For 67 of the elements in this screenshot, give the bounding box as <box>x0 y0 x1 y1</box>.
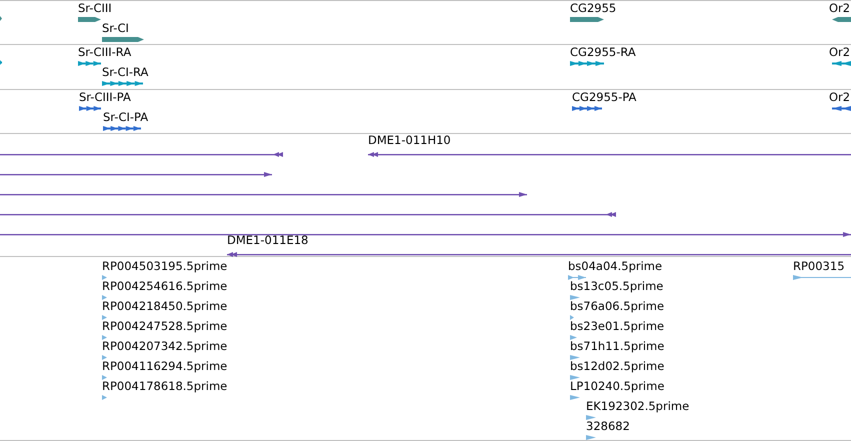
transcript-arrow[interactable] <box>572 106 602 111</box>
feature-label: EK192302.5prime <box>586 400 690 413</box>
feature-label: 328682 <box>586 420 630 433</box>
clone-line[interactable] <box>0 212 616 217</box>
feature-label: CG2955 <box>570 2 616 15</box>
transcript-arrow[interactable] <box>79 106 101 111</box>
est-arrow[interactable] <box>102 275 107 280</box>
feature-label: DME1-011E18 <box>227 234 308 247</box>
est-arrow[interactable] <box>586 435 596 440</box>
gene-arrow[interactable] <box>832 17 851 22</box>
est-arrow[interactable] <box>586 415 596 420</box>
feature-label: bs04a04.5prime <box>568 260 662 273</box>
est-arrow[interactable] <box>102 335 107 340</box>
feature-label: Sr-CIII-PA <box>79 91 131 104</box>
feature-label: Sr-CI-PA <box>103 111 148 124</box>
feature-label: LP10240.5prime <box>570 380 664 393</box>
feature-label: bs71h11.5prime <box>570 340 664 353</box>
feature-label: RP00315 <box>793 260 845 273</box>
est-arrow[interactable] <box>570 395 580 400</box>
est-arrow[interactable] <box>570 335 577 340</box>
feature-label: CG2955-RA <box>570 46 636 59</box>
feature-label: CG2955-PA <box>572 91 636 104</box>
est-arrow[interactable] <box>102 355 107 360</box>
transcript-arrow[interactable] <box>570 61 604 66</box>
feature-label: bs23e01.5prime <box>570 320 664 333</box>
feature-label: Sr-CIII-RA <box>78 46 132 59</box>
feature-label: bs12d02.5prime <box>570 360 664 373</box>
feature-label: Sr-CI <box>102 22 129 35</box>
feature-label: RP004254616.5prime <box>102 280 228 293</box>
est-arrow[interactable] <box>570 375 580 380</box>
feature-label: Or2 <box>829 46 850 59</box>
est-arrow[interactable] <box>570 315 574 320</box>
feature-label: bs76a06.5prime <box>570 300 664 313</box>
transcript-arrow[interactable] <box>832 61 851 66</box>
feature-label: RP004207342.5prime <box>102 340 228 353</box>
clone-line[interactable] <box>0 152 283 157</box>
feature-label: RP004116294.5prime <box>102 360 228 373</box>
feature-label: Or2 <box>829 91 850 104</box>
transcript-arrow[interactable] <box>0 60 2 65</box>
feature-label: bs13c05.5prime <box>570 280 664 293</box>
feature-label: Sr-CI-RA <box>102 66 148 79</box>
gene-arrow[interactable] <box>0 16 2 21</box>
est-arrow[interactable] <box>102 375 107 380</box>
clone-line[interactable] <box>0 192 527 197</box>
feature-label: RP004218450.5prime <box>102 300 228 313</box>
gene-arrow[interactable] <box>78 17 101 22</box>
feature-label: RP004247528.5prime <box>102 320 228 333</box>
est-arrow[interactable] <box>570 355 580 360</box>
clone-line[interactable] <box>368 152 851 157</box>
feature-label: DME1-011H10 <box>368 134 451 147</box>
gene-arrow[interactable] <box>570 17 604 22</box>
transcript-arrow[interactable] <box>832 106 851 111</box>
transcript-arrow[interactable] <box>78 61 101 66</box>
transcript-arrow[interactable] <box>102 81 143 86</box>
est-arrow[interactable] <box>102 295 107 300</box>
est-arrow[interactable] <box>102 395 107 400</box>
gene-arrow[interactable] <box>102 37 144 42</box>
clone-line[interactable] <box>227 252 851 257</box>
feature-label: Sr-CIII <box>78 2 112 15</box>
clone-line[interactable] <box>0 172 272 177</box>
clone-line[interactable] <box>0 232 851 237</box>
transcript-arrow[interactable] <box>103 126 141 131</box>
est-arrow[interactable] <box>570 295 580 300</box>
feature-label: RP004503195.5prime <box>102 260 228 273</box>
feature-label: RP004178618.5prime <box>102 380 228 393</box>
feature-label: Or2 <box>829 2 850 15</box>
est-arrow[interactable] <box>102 315 107 320</box>
